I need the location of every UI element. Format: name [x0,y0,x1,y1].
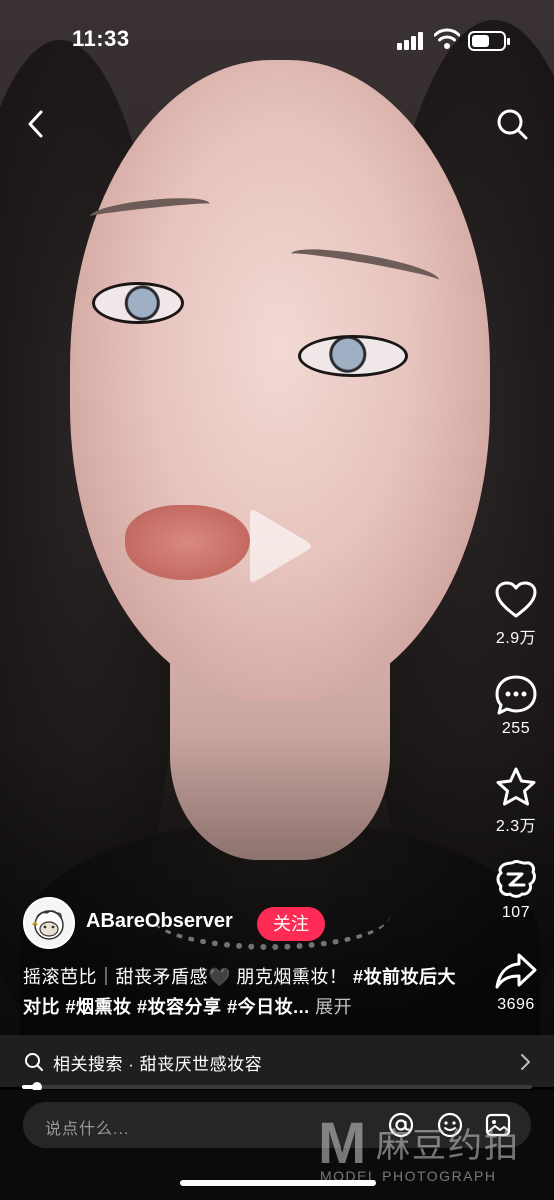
expand-caption-link[interactable]: 展开 [315,997,352,1017]
image-icon[interactable] [484,1111,512,1139]
eye-shape [298,335,408,377]
favorite-button[interactable]: 2.3万 [488,766,544,836]
caption[interactable]: 摇滚芭比｜甜丧矛盾感🖤 朋克烟熏妆！ #妆前妆后大对比 #烟熏妆 #妆容分享 #… [23,962,463,1022]
follow-button[interactable]: 关注 [257,907,325,941]
like-count: 2.9万 [495,630,537,647]
author-name[interactable]: ABareObserver [86,910,233,933]
home-indicator[interactable] [180,1180,376,1186]
status-time: 11:33 [72,26,130,51]
battery-icon [468,31,510,51]
share-count: 3696 [497,996,535,1013]
share-button[interactable]: 3696 [488,950,544,1014]
caption-text: 摇滚芭比｜甜丧矛盾感🖤 朋克烟熏妆！ [23,967,348,987]
share-arrow-icon [495,953,537,989]
search-icon [497,109,528,140]
hashtag[interactable]: #今日妆... [227,997,310,1017]
comment-icon [495,675,537,715]
face-shape [70,60,490,700]
quick-share-button[interactable]: 107 [488,858,544,922]
play-icon [250,510,311,582]
comment-button[interactable]: 255 [488,674,544,738]
comment-count: 255 [501,720,531,737]
video-progress-bar[interactable] [22,1082,532,1092]
comment-input[interactable]: 说点什么... [23,1102,531,1148]
status-bar: 11:33 [0,0,554,80]
avatar-sheep-icon [32,910,64,940]
related-search-label: 相关搜索 · 甜丧厌世感妆容 [53,1055,263,1074]
hashtag[interactable]: #烟熏妆 [66,997,132,1017]
cellular-signal-icon [397,32,425,50]
avatar[interactable] [23,897,75,949]
emoji-icon[interactable] [436,1111,464,1139]
eye-shape [92,282,184,324]
battery-level [472,35,489,47]
play-button[interactable] [244,506,314,586]
search-button[interactable] [494,106,530,142]
hashtag[interactable]: #妆容分享 [137,997,222,1017]
star-icon [496,767,536,806]
chevron-right-icon [521,1054,530,1070]
like-button[interactable]: 2.9万 [488,580,544,648]
comment-placeholder: 说点什么... [45,1121,130,1138]
heart-icon [495,581,537,618]
favorite-count: 2.3万 [495,818,537,835]
back-button[interactable] [22,106,52,142]
quick-share-icon [496,859,536,898]
search-icon [25,1053,43,1071]
wifi-icon [434,28,460,49]
related-search-bar[interactable]: 相关搜索 · 甜丧厌世感妆容 [0,1035,554,1087]
chevron-left-icon [28,110,43,138]
mention-icon[interactable] [387,1111,415,1139]
quick-share-count: 107 [501,904,531,921]
